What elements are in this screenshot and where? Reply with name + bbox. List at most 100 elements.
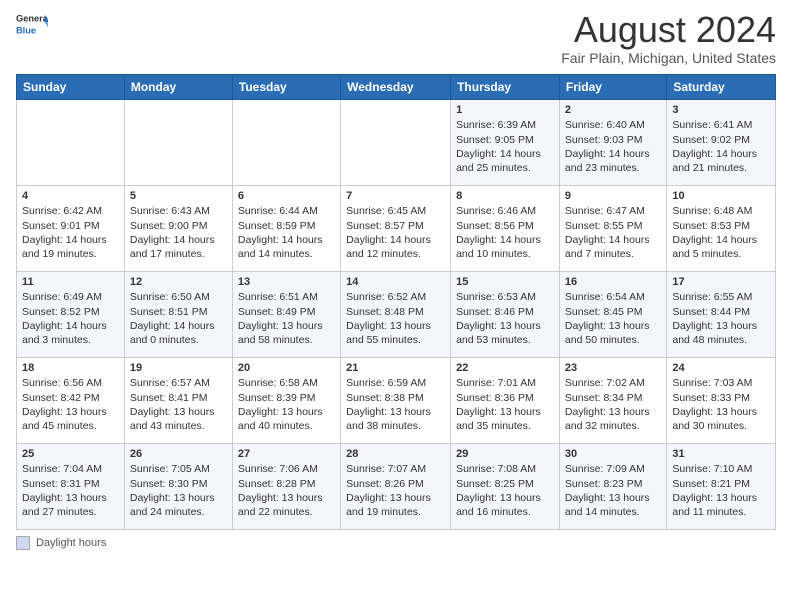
day-detail: and 53 minutes. (456, 333, 554, 347)
day-number: 7 (346, 189, 445, 204)
calendar-cell-w3d1: 12Sunrise: 6:50 AMSunset: 8:51 PMDayligh… (124, 271, 232, 357)
day-detail: Daylight: 13 hours (456, 405, 554, 419)
day-number: 21 (346, 361, 445, 376)
calendar-cell-w5d3: 28Sunrise: 7:07 AMSunset: 8:26 PMDayligh… (341, 443, 451, 529)
day-detail: and 43 minutes. (130, 419, 227, 433)
day-detail: and 23 minutes. (565, 161, 661, 175)
day-detail: and 12 minutes. (346, 247, 445, 261)
day-number: 5 (130, 189, 227, 204)
calendar-cell-w3d4: 15Sunrise: 6:53 AMSunset: 8:46 PMDayligh… (451, 271, 560, 357)
calendar-cell-w1d5: 2Sunrise: 6:40 AMSunset: 9:03 PMDaylight… (559, 99, 666, 185)
day-number: 14 (346, 275, 445, 290)
calendar-cell-w1d2 (232, 99, 340, 185)
day-number: 9 (565, 189, 661, 204)
calendar-cell-w1d6: 3Sunrise: 6:41 AMSunset: 9:02 PMDaylight… (667, 99, 776, 185)
calendar-cell-w4d6: 24Sunrise: 7:03 AMSunset: 8:33 PMDayligh… (667, 357, 776, 443)
calendar-cell-w4d0: 18Sunrise: 6:56 AMSunset: 8:42 PMDayligh… (17, 357, 125, 443)
day-detail: Sunset: 9:03 PM (565, 133, 661, 147)
day-detail: Sunset: 8:26 PM (346, 477, 445, 491)
day-detail: Sunset: 8:59 PM (238, 219, 335, 233)
day-detail: Sunset: 8:23 PM (565, 477, 661, 491)
calendar-cell-w3d2: 13Sunrise: 6:51 AMSunset: 8:49 PMDayligh… (232, 271, 340, 357)
day-number: 8 (456, 189, 554, 204)
calendar-week-4: 18Sunrise: 6:56 AMSunset: 8:42 PMDayligh… (17, 357, 776, 443)
day-detail: Sunset: 8:56 PM (456, 219, 554, 233)
day-detail: Sunrise: 6:45 AM (346, 204, 445, 218)
calendar-cell-w4d4: 22Sunrise: 7:01 AMSunset: 8:36 PMDayligh… (451, 357, 560, 443)
daylight-legend-box (16, 536, 30, 550)
day-detail: Sunrise: 6:39 AM (456, 118, 554, 132)
day-detail: and 35 minutes. (456, 419, 554, 433)
day-number: 23 (565, 361, 661, 376)
day-detail: Daylight: 13 hours (456, 491, 554, 505)
day-detail: Daylight: 13 hours (22, 405, 119, 419)
day-detail: Sunrise: 7:10 AM (672, 462, 770, 476)
location: Fair Plain, Michigan, United States (561, 50, 776, 66)
day-detail: Sunset: 8:52 PM (22, 305, 119, 319)
day-number: 18 (22, 361, 119, 376)
day-detail: Sunrise: 7:07 AM (346, 462, 445, 476)
day-detail: Sunrise: 6:48 AM (672, 204, 770, 218)
calendar-cell-w2d0: 4Sunrise: 6:42 AMSunset: 9:01 PMDaylight… (17, 185, 125, 271)
day-detail: Sunset: 8:57 PM (346, 219, 445, 233)
day-detail: Sunset: 9:00 PM (130, 219, 227, 233)
day-detail: Daylight: 14 hours (456, 147, 554, 161)
day-number: 4 (22, 189, 119, 204)
day-detail: Sunset: 8:28 PM (238, 477, 335, 491)
day-number: 30 (565, 447, 661, 462)
day-detail: and 25 minutes. (456, 161, 554, 175)
day-detail: Daylight: 13 hours (565, 491, 661, 505)
day-number: 16 (565, 275, 661, 290)
day-detail: and 27 minutes. (22, 505, 119, 519)
calendar-cell-w5d6: 31Sunrise: 7:10 AMSunset: 8:21 PMDayligh… (667, 443, 776, 529)
day-detail: Sunset: 9:01 PM (22, 219, 119, 233)
logo: General Blue (16, 10, 48, 38)
day-detail: Sunset: 8:36 PM (456, 391, 554, 405)
calendar: Sunday Monday Tuesday Wednesday Thursday… (16, 74, 776, 530)
day-number: 26 (130, 447, 227, 462)
day-detail: Sunrise: 6:42 AM (22, 204, 119, 218)
day-detail: Sunset: 8:21 PM (672, 477, 770, 491)
calendar-cell-w4d1: 19Sunrise: 6:57 AMSunset: 8:41 PMDayligh… (124, 357, 232, 443)
col-monday: Monday (124, 74, 232, 99)
day-detail: and 58 minutes. (238, 333, 335, 347)
day-number: 10 (672, 189, 770, 204)
svg-text:General: General (16, 13, 48, 23)
day-detail: Sunrise: 7:04 AM (22, 462, 119, 476)
day-detail: Daylight: 13 hours (130, 405, 227, 419)
day-detail: Sunrise: 6:52 AM (346, 290, 445, 304)
calendar-week-3: 11Sunrise: 6:49 AMSunset: 8:52 PMDayligh… (17, 271, 776, 357)
day-detail: Sunset: 8:55 PM (565, 219, 661, 233)
day-detail: and 30 minutes. (672, 419, 770, 433)
day-detail: Sunrise: 6:40 AM (565, 118, 661, 132)
day-detail: Daylight: 14 hours (456, 233, 554, 247)
day-detail: Daylight: 13 hours (672, 319, 770, 333)
day-detail: and 17 minutes. (130, 247, 227, 261)
day-detail: and 45 minutes. (22, 419, 119, 433)
calendar-cell-w4d3: 21Sunrise: 6:59 AMSunset: 8:38 PMDayligh… (341, 357, 451, 443)
calendar-cell-w3d6: 17Sunrise: 6:55 AMSunset: 8:44 PMDayligh… (667, 271, 776, 357)
day-detail: Daylight: 13 hours (672, 491, 770, 505)
day-detail: Daylight: 14 hours (672, 233, 770, 247)
day-detail: and 50 minutes. (565, 333, 661, 347)
day-detail: Sunrise: 6:41 AM (672, 118, 770, 132)
day-detail: Sunrise: 7:03 AM (672, 376, 770, 390)
calendar-cell-w3d3: 14Sunrise: 6:52 AMSunset: 8:48 PMDayligh… (341, 271, 451, 357)
calendar-cell-w2d1: 5Sunrise: 6:43 AMSunset: 9:00 PMDaylight… (124, 185, 232, 271)
footer: Daylight hours (16, 536, 776, 550)
day-detail: Sunrise: 7:06 AM (238, 462, 335, 476)
day-number: 19 (130, 361, 227, 376)
calendar-cell-w5d5: 30Sunrise: 7:09 AMSunset: 8:23 PMDayligh… (559, 443, 666, 529)
calendar-cell-w1d4: 1Sunrise: 6:39 AMSunset: 9:05 PMDaylight… (451, 99, 560, 185)
day-detail: Sunset: 8:42 PM (22, 391, 119, 405)
day-detail: Sunset: 8:46 PM (456, 305, 554, 319)
day-number: 25 (22, 447, 119, 462)
day-detail: Sunrise: 7:01 AM (456, 376, 554, 390)
day-detail: and 21 minutes. (672, 161, 770, 175)
day-detail: Daylight: 13 hours (565, 319, 661, 333)
day-detail: Sunset: 8:53 PM (672, 219, 770, 233)
day-detail: and 22 minutes. (238, 505, 335, 519)
day-number: 3 (672, 103, 770, 118)
day-detail: Sunrise: 7:05 AM (130, 462, 227, 476)
day-detail: Daylight: 14 hours (130, 319, 227, 333)
